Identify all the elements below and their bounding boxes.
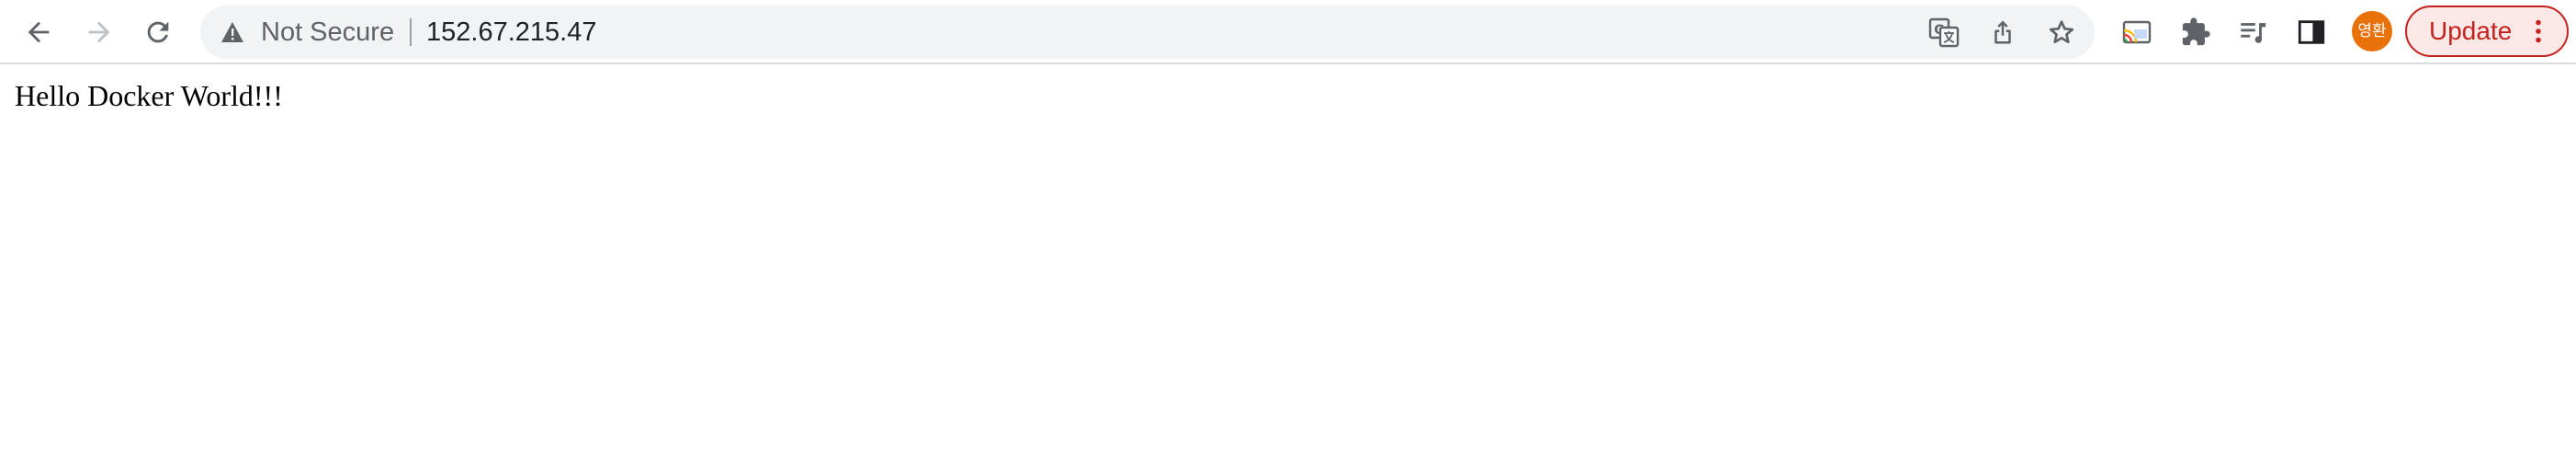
forward-arrow-icon bbox=[88, 21, 110, 43]
bookmark-button[interactable] bbox=[2039, 10, 2084, 54]
update-button-label: Update bbox=[2429, 17, 2513, 45]
media-controls-button[interactable] bbox=[2227, 6, 2278, 58]
reload-button[interactable] bbox=[132, 6, 184, 58]
browser-toolbar: Not Secure 152.67.215.47 G bbox=[0, 0, 2576, 64]
side-panel-icon bbox=[2298, 20, 2325, 44]
back-button[interactable] bbox=[13, 6, 64, 58]
back-arrow-icon bbox=[28, 21, 50, 43]
reload-icon bbox=[147, 21, 169, 43]
share-icon bbox=[1994, 20, 2011, 44]
puzzle-icon bbox=[2182, 17, 2210, 46]
address-bar[interactable]: Not Secure 152.67.215.47 G bbox=[200, 6, 2095, 59]
cast-icon bbox=[2122, 20, 2152, 44]
cast-button[interactable] bbox=[2111, 6, 2163, 58]
security-status-label[interactable]: Not Secure bbox=[261, 6, 394, 59]
share-button[interactable] bbox=[1981, 10, 2025, 54]
kebab-menu-icon[interactable] bbox=[2534, 19, 2543, 43]
url-text[interactable]: 152.67.215.47 bbox=[426, 6, 596, 59]
side-panel-button[interactable] bbox=[2286, 6, 2337, 58]
update-button[interactable]: Update bbox=[2405, 6, 2569, 57]
star-icon bbox=[2049, 20, 2074, 43]
forward-button[interactable] bbox=[73, 6, 125, 58]
address-bar-divider bbox=[410, 18, 412, 46]
media-controls-icon bbox=[2241, 23, 2266, 43]
translate-button[interactable]: G bbox=[1922, 10, 1966, 54]
extensions-button[interactable] bbox=[2170, 6, 2221, 58]
warning-triangle-icon[interactable] bbox=[220, 21, 244, 43]
page-body-text: Hello Docker World!!! bbox=[15, 79, 283, 112]
profile-avatar[interactable]: 영환 bbox=[2352, 11, 2392, 51]
translate-icon: G bbox=[1928, 17, 1960, 48]
